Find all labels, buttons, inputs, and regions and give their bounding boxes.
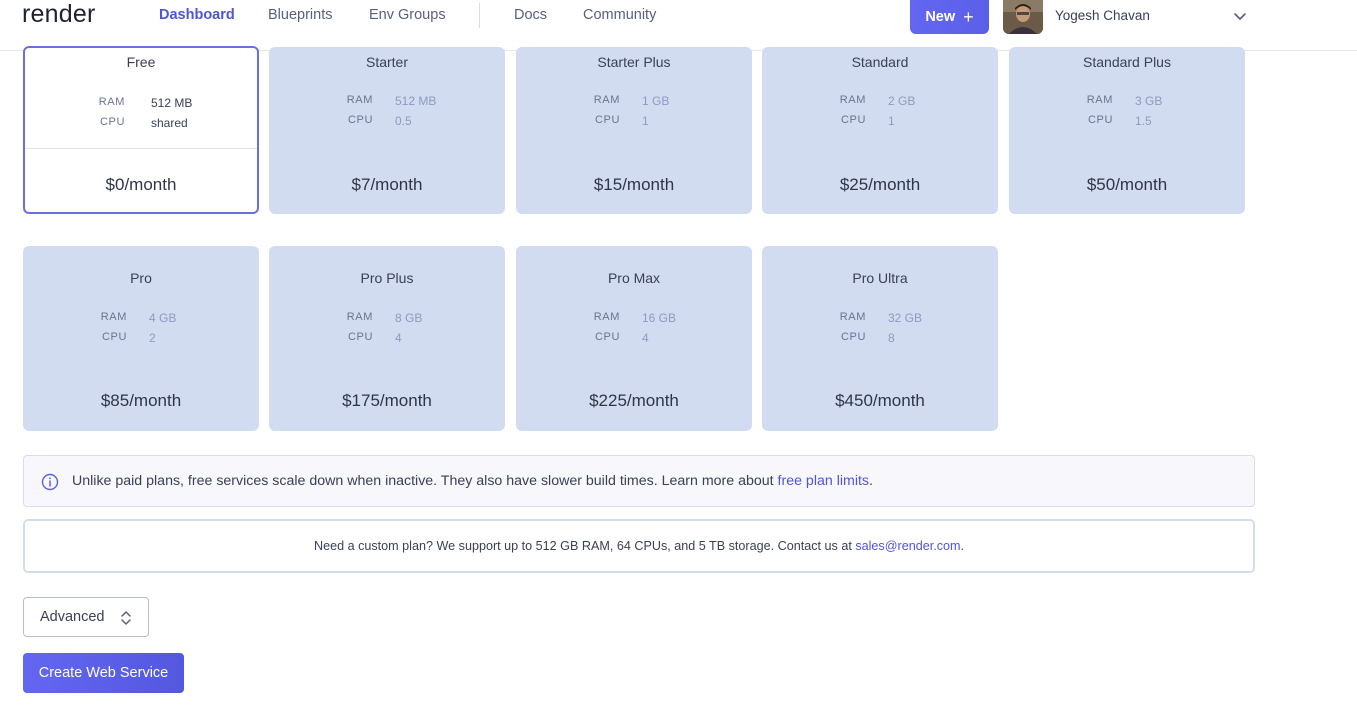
notice-message: Unlike paid plans, free services scale d… <box>72 473 778 489</box>
cpu-label: CPU <box>347 114 373 126</box>
plan-name: Pro <box>130 270 152 286</box>
info-icon <box>41 473 59 491</box>
ram-value: 8 GB <box>395 311 423 325</box>
plan-card-pro[interactable]: Pro RAM 4 GB CPU 2 $85/month <box>23 246 259 431</box>
ram-label: RAM <box>839 94 866 106</box>
ram-label: RAM <box>593 311 620 323</box>
cpu-value: 2 <box>149 331 156 345</box>
ram-value: 1 GB <box>642 94 670 108</box>
custom-plan-text: Need a custom plan? We support up to 512… <box>25 539 1253 553</box>
advanced-toggle[interactable]: Advanced <box>23 597 149 637</box>
ram-label: RAM <box>1086 94 1113 106</box>
plan-card-starter-plus[interactable]: Starter Plus RAM 1 GB CPU 1 $15/month <box>516 47 752 214</box>
cpu-label: CPU <box>840 331 866 343</box>
ram-label: RAM <box>98 96 125 108</box>
nav-divider <box>479 3 480 28</box>
chevron-up-down-icon <box>121 611 131 625</box>
plan-price: $450/month <box>835 391 925 410</box>
top-nav-bar: render Dashboard Blueprints Env Groups D… <box>0 0 1357 51</box>
plan-card-standard-plus[interactable]: Standard Plus RAM 3 GB CPU 1.5 $50/month <box>1009 47 1245 214</box>
plan-price: $175/month <box>342 391 432 410</box>
plan-card-pro-ultra[interactable]: Pro Ultra RAM 32 GB CPU 8 $450/month <box>762 246 998 431</box>
cpu-label: CPU <box>347 331 373 343</box>
plan-name: Starter Plus <box>597 54 671 70</box>
user-name[interactable]: Yogesh Chavan <box>1055 8 1150 23</box>
cpu-value: 1 <box>888 114 895 128</box>
cpu-value: 8 <box>888 331 895 345</box>
cpu-label: CPU <box>594 114 620 126</box>
plus-icon: + <box>963 7 974 27</box>
plan-name: Standard Plus <box>1083 54 1171 70</box>
plan-name: Standard <box>851 54 909 70</box>
nav-docs[interactable]: Docs <box>514 6 547 24</box>
free-plan-notice: Unlike paid plans, free services scale d… <box>23 455 1255 507</box>
ram-value: 2 GB <box>888 94 916 108</box>
cpu-value: 0.5 <box>395 114 412 128</box>
plan-price: $50/month <box>1086 175 1168 194</box>
nav-dashboard[interactable]: Dashboard <box>159 6 235 24</box>
ram-value: 3 GB <box>1135 94 1163 108</box>
plan-card-starter[interactable]: Starter RAM 512 MB CPU 0.5 $7/month <box>269 47 505 214</box>
plan-card-standard[interactable]: Standard RAM 2 GB CPU 1 $25/month <box>762 47 998 214</box>
avatar[interactable] <box>1003 0 1043 34</box>
cpu-value: 4 <box>395 331 402 345</box>
ram-label: RAM <box>346 311 373 323</box>
ram-value: 32 GB <box>888 311 923 325</box>
plan-price: $15/month <box>593 175 675 194</box>
ram-value: 512 MB <box>395 94 437 108</box>
custom-plan-box: Need a custom plan? We support up to 512… <box>23 519 1255 573</box>
plan-card-pro-plus[interactable]: Pro Plus RAM 8 GB CPU 4 $175/month <box>269 246 505 431</box>
plan-price: $7/month <box>351 175 423 194</box>
custom-plan-message: Need a custom plan? We support up to 512… <box>313 539 856 553</box>
cpu-label: CPU <box>99 116 125 128</box>
plan-name: Starter <box>365 54 408 70</box>
nav-env-groups[interactable]: Env Groups <box>369 6 446 24</box>
cpu-value: 4 <box>642 331 649 345</box>
nav-community[interactable]: Community <box>583 6 656 24</box>
plan-name: Free <box>126 54 156 70</box>
create-web-service-button[interactable]: Create Web Service <box>23 653 184 693</box>
cpu-value: 1.5 <box>1135 114 1152 128</box>
cpu-value: shared <box>151 116 188 130</box>
notice-suffix: . <box>869 473 873 489</box>
free-plan-limits-link[interactable]: free plan limits <box>778 473 869 489</box>
nav-blueprints[interactable]: Blueprints <box>268 6 332 24</box>
plan-name: Pro Plus <box>360 270 414 286</box>
cpu-value: 1 <box>642 114 649 128</box>
plan-card-pro-max[interactable]: Pro Max RAM 16 GB CPU 4 $225/month <box>516 246 752 431</box>
chevron-down-icon[interactable] <box>1232 8 1248 24</box>
sales-email-link[interactable]: sales@render.com <box>855 539 960 553</box>
new-button-label: New <box>925 9 956 25</box>
advanced-label: Advanced <box>40 609 105 625</box>
notice-text: Unlike paid plans, free services scale d… <box>72 473 873 489</box>
cpu-label: CPU <box>594 331 620 343</box>
plan-card-free[interactable]: Free RAM 512 MB CPU shared $0/month <box>23 46 259 214</box>
cpu-label: CPU <box>840 114 866 126</box>
ram-label: RAM <box>593 94 620 106</box>
plan-name: Pro Ultra <box>852 270 908 286</box>
ram-label: RAM <box>839 311 866 323</box>
plan-price: $25/month <box>839 175 921 194</box>
custom-plan-suffix: . <box>960 539 965 553</box>
plan-price: $85/month <box>100 391 182 410</box>
new-button[interactable]: New + <box>910 0 989 34</box>
cpu-label: CPU <box>1087 114 1113 126</box>
render-logo[interactable]: render <box>22 0 95 28</box>
ram-label: RAM <box>346 94 373 106</box>
cpu-label: CPU <box>101 331 127 343</box>
plan-price: $0/month <box>105 175 177 194</box>
ram-label: RAM <box>100 311 127 323</box>
ram-value: 4 GB <box>149 311 177 325</box>
card-divider <box>25 148 257 149</box>
ram-value: 512 MB <box>151 96 193 110</box>
plan-price: $225/month <box>589 391 679 410</box>
plan-name: Pro Max <box>607 270 661 286</box>
ram-value: 16 GB <box>642 311 677 325</box>
